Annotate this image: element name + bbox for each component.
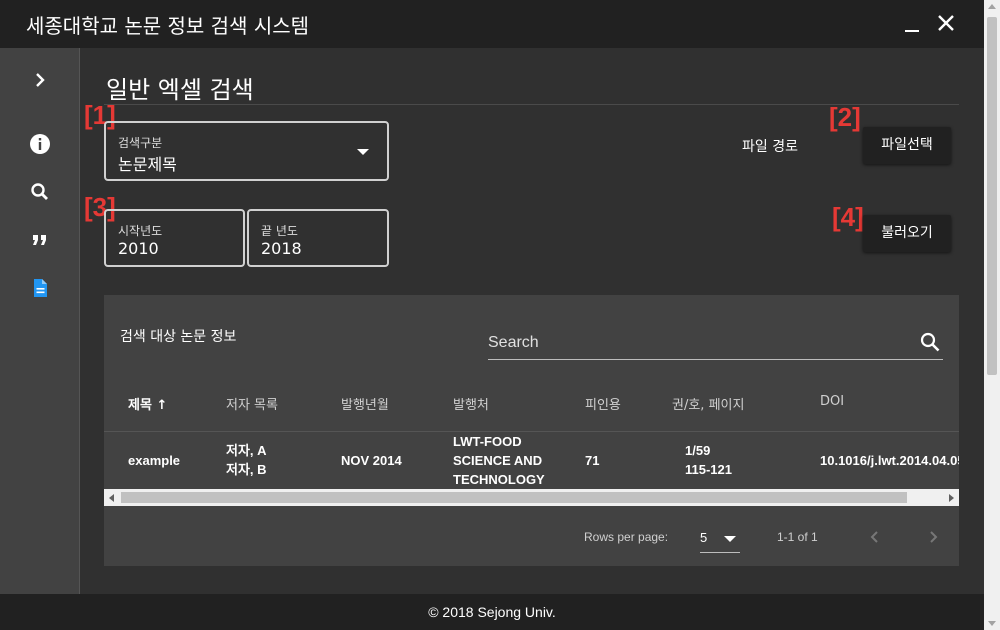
search-icon[interactable] xyxy=(919,331,941,353)
title-bar: 세종대학교 논문 정보 검색 시스템 xyxy=(0,0,984,48)
annotation-marker-4: [4] xyxy=(832,202,864,232)
sort-arrow-icon: ↑ xyxy=(156,398,168,413)
scroll-up-arrow-icon[interactable] xyxy=(988,4,996,9)
paper-table-card: 검색 대상 논문 정보 제목 ↑ 저자 목록 발행년월 발행처 피인용 권/호,… xyxy=(104,295,959,566)
cell-doi: 10.1016/j.lwt.2014.04.05 xyxy=(820,453,959,468)
scroll-right-arrow-icon[interactable] xyxy=(949,494,954,502)
dropdown-caret-icon[interactable] xyxy=(357,149,369,155)
rows-per-page-select[interactable]: 5 xyxy=(700,525,740,553)
column-header-volume[interactable]: 권/호, 페이지 xyxy=(672,394,744,413)
end-year-value[interactable]: 2018 xyxy=(261,239,302,258)
column-header-date[interactable]: 발행년월 xyxy=(341,394,389,413)
rows-per-page-label: Rows per page: xyxy=(584,530,669,544)
end-year-label: 끝 년도 xyxy=(261,224,298,238)
cell-volume: 1/59 115-121 xyxy=(685,443,732,477)
search-icon[interactable] xyxy=(28,180,52,204)
start-year-value[interactable]: 2010 xyxy=(118,239,159,258)
quote-icon[interactable] xyxy=(28,228,52,252)
column-header-publisher[interactable]: 발행처 xyxy=(453,394,489,413)
load-button[interactable]: 불러오기 xyxy=(863,215,951,252)
info-icon[interactable] xyxy=(28,132,52,156)
close-icon[interactable] xyxy=(936,13,956,33)
minimize-icon[interactable] xyxy=(903,12,921,34)
sidebar xyxy=(0,48,80,594)
copyright-text: © 2018 Sejong Univ. xyxy=(428,604,556,620)
dropdown-caret-icon xyxy=(724,536,736,542)
scroll-left-arrow-icon[interactable] xyxy=(109,494,114,502)
file-select-button[interactable]: 파일선택 xyxy=(863,127,951,164)
start-year-label: 시작년도 xyxy=(118,224,163,238)
horizontal-scrollbar-thumb[interactable] xyxy=(121,492,907,503)
cell-title: example xyxy=(128,453,181,468)
search-type-select[interactable]: 검색구분 논문제목 xyxy=(104,121,389,181)
chevron-right-icon[interactable] xyxy=(28,68,52,92)
next-page-icon[interactable] xyxy=(923,527,943,547)
page-title: 일반 엑셀 검색 xyxy=(106,76,254,104)
scrollbar-thumb[interactable] xyxy=(987,17,997,375)
cell-publisher: LWT-FOOD SCIENCE AND TECHNOLOGY xyxy=(453,434,545,487)
footer: © 2018 Sejong Univ. xyxy=(0,594,984,630)
scroll-down-arrow-icon[interactable] xyxy=(988,621,996,626)
table-search[interactable] xyxy=(488,325,943,360)
document-icon[interactable] xyxy=(28,276,52,300)
window-scrollbar[interactable] xyxy=(984,0,1000,630)
cell-authors: 저자, A 저자, B xyxy=(226,443,267,477)
column-header-doi[interactable]: DOI xyxy=(820,394,844,409)
end-year-field[interactable]: 끝 년도 2018 xyxy=(247,209,389,267)
start-year-field[interactable]: 시작년도 2010 xyxy=(104,209,245,267)
search-input[interactable] xyxy=(488,330,908,356)
search-type-value: 논문제목 xyxy=(118,155,177,174)
table-title: 검색 대상 논문 정보 xyxy=(120,329,237,345)
window-title: 세종대학교 논문 정보 검색 시스템 xyxy=(26,14,310,38)
column-header-title[interactable]: 제목 ↑ xyxy=(128,394,167,413)
cell-date: NOV 2014 xyxy=(341,453,402,468)
rows-per-page-value: 5 xyxy=(700,530,708,545)
cell-citations: 71 xyxy=(585,453,600,468)
table-horizontal-scrollbar[interactable] xyxy=(104,489,959,506)
column-header-citations[interactable]: 피인용 xyxy=(585,394,621,413)
previous-page-icon[interactable] xyxy=(865,527,885,547)
pagination-range: 1-1 of 1 xyxy=(777,530,818,544)
file-path-label: 파일 경로 xyxy=(742,139,798,155)
search-type-label: 검색구분 xyxy=(118,136,163,150)
annotation-marker-2: [2] xyxy=(829,102,861,132)
column-header-authors[interactable]: 저자 목록 xyxy=(226,394,278,413)
